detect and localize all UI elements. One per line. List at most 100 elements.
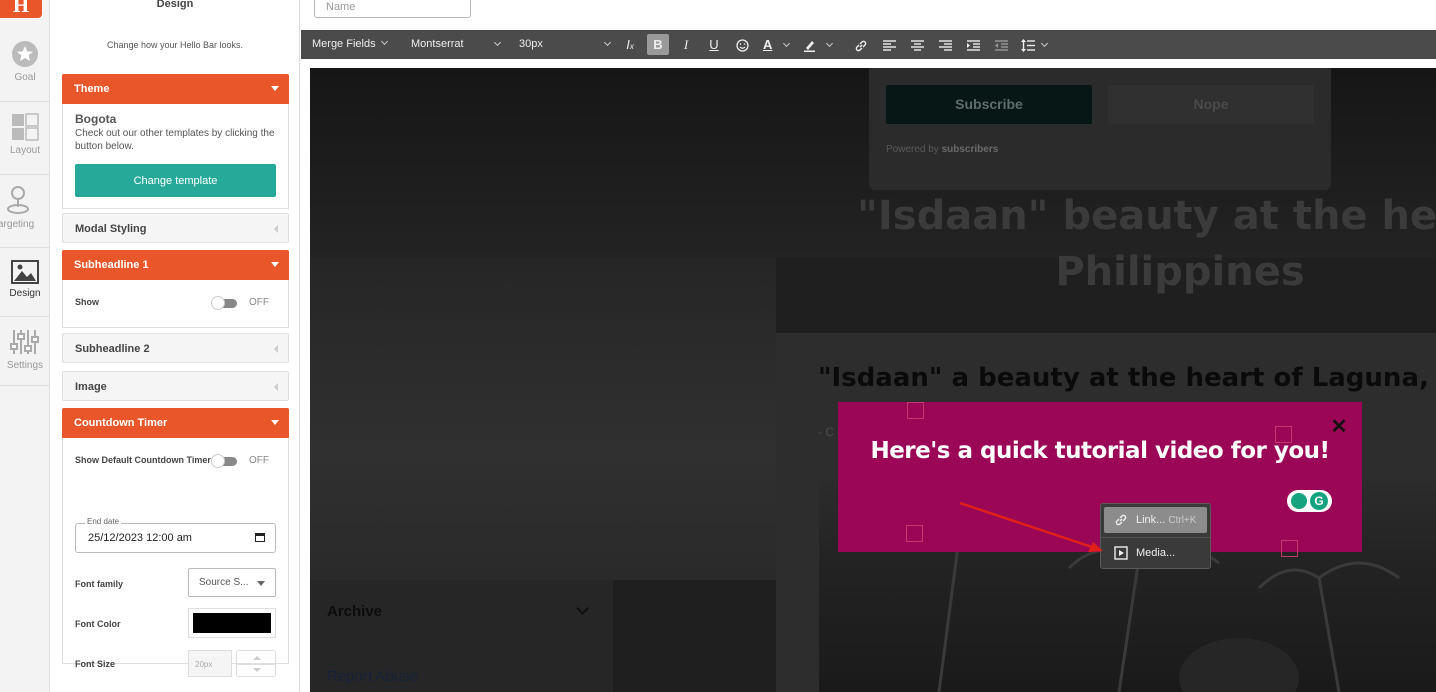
align-right-icon [938,40,952,51]
app-logo[interactable]: H [0,0,42,18]
italic-icon: I [683,37,689,52]
size-label: 30px [519,38,543,50]
name-input[interactable]: Name [314,0,471,18]
font-size-input[interactable]: 20px [188,650,232,677]
merge-fields-dropdown[interactable]: Merge Fields [312,30,388,59]
emoji-button[interactable] [731,34,753,55]
countdown-toggle[interactable] [211,454,239,468]
subheadline1-header[interactable]: Subheadline 1 [62,250,289,280]
align-left-button[interactable] [878,34,900,55]
stepper-down-icon[interactable] [253,668,261,672]
caret-down-icon [271,86,279,91]
sliders-icon [10,330,39,354]
font-family-select[interactable]: Source S... [188,568,276,597]
modal-styling-section: Modal Styling [62,213,289,243]
font-size-stepper[interactable] [236,650,276,677]
menu-item-media[interactable]: Media... [1104,540,1207,566]
rail-divider [0,247,50,248]
subheadline2-header[interactable]: Subheadline 2 [62,333,289,363]
align-center-button[interactable] [906,34,928,55]
star-icon [12,41,38,67]
font-family-value: Source S... [199,577,249,588]
link-icon [855,40,867,51]
italic-button[interactable]: I [675,34,697,55]
end-date-input[interactable]: 25/12/2023 12:00 am [75,523,276,553]
checkbox-icon [1281,540,1298,557]
rail-divider [0,101,50,102]
outdent-icon [994,40,1008,51]
article-title[interactable]: "Isdaan" a beauty at the heart of Laguna… [818,363,1436,393]
emoji-icon [735,39,749,52]
highlight-color-button[interactable] [799,34,835,55]
change-template-button[interactable]: Change template [75,164,276,197]
caret-left-icon [274,225,278,233]
stepper-up-icon[interactable] [253,656,261,660]
nope-button[interactable]: Nope [1108,85,1314,124]
powered-by-text: Powered by subscribers [886,144,998,155]
image-header[interactable]: Image [62,371,289,401]
image-label: Image [75,381,107,393]
left-rail: H Goal Layout argeting Design Settings [0,0,50,692]
rail-item-goal[interactable]: Goal [0,40,50,83]
rail-label-design: Design [9,288,41,299]
image-icon [11,260,39,284]
caret-left-icon [274,345,278,353]
media-icon [1114,546,1128,560]
rail-item-targeting[interactable]: argeting [0,185,50,230]
theme-section: Theme Bogota Check out our other templat… [62,74,289,209]
caret-left-icon [274,383,278,391]
clear-format-icon: Ix [626,37,634,52]
grammarly-icon[interactable]: G [1287,490,1332,512]
align-right-button[interactable] [934,34,956,55]
countdown-header[interactable]: Countdown Timer [62,408,289,438]
show-label: Show [75,297,99,307]
menu-item-media-label: Media... [1136,547,1176,559]
design-panel: Design Change how your Hello Bar looks. … [50,0,300,692]
theme-section-body: Bogota Check out our other templates by … [62,104,289,209]
font-dropdown[interactable]: Montserrat [411,30,506,59]
align-center-icon [910,40,924,51]
theme-header-label: Theme [74,83,110,95]
text-color-button[interactable]: A [759,34,793,55]
powered-by-label: Powered by [886,144,939,155]
show-toggle[interactable] [211,296,239,310]
caret-down-icon [271,262,279,267]
subheadline1-section: Subheadline 1 Show OFF [62,250,289,328]
rail-divider [0,385,50,386]
clear-format-button[interactable]: Ix [619,34,641,55]
hero-headline: "Isdaan" beauty at the heart Philippines [857,193,1436,295]
rail-label-goal: Goal [14,72,36,83]
modal-styling-header[interactable]: Modal Styling [62,213,289,243]
panel-description: Change how your Hello Bar looks. [106,40,244,50]
archive-heading[interactable]: Archive [327,603,382,620]
bold-button[interactable]: B [647,34,669,55]
outdent-button[interactable] [990,34,1012,55]
countdown-label: Countdown Timer [74,417,168,429]
menu-item-link-shortcut: Ctrl+K [1168,515,1197,526]
subheadline2-label: Subheadline 2 [75,343,150,355]
checkbox-icon [907,402,924,419]
highlighter-icon [804,41,815,53]
underline-button[interactable]: U [703,34,725,55]
link-button[interactable] [850,34,872,55]
theme-description: Check out our other templates by clickin… [75,128,275,152]
subscribe-button[interactable]: Subscribe [886,85,1092,124]
font-color-swatch[interactable] [188,608,276,638]
menu-item-link[interactable]: Link... Ctrl+K [1104,507,1207,533]
end-date-value: 25/12/2023 12:00 am [88,532,192,544]
theme-section-header[interactable]: Theme [62,74,289,104]
report-abuse-link[interactable]: Report Abuse [327,668,418,685]
indent-button[interactable] [962,34,984,55]
rail-item-layout[interactable]: Layout [0,113,50,156]
article-meta: - C [818,425,834,439]
subheadline1-label: Subheadline 1 [74,259,149,271]
size-dropdown[interactable]: 30px [519,30,614,59]
powered-by-brand[interactable]: subscribers [942,144,999,155]
calendar-icon[interactable] [255,533,265,542]
rail-item-settings[interactable]: Settings [0,328,50,371]
bold-icon: B [653,37,663,52]
line-height-button[interactable] [1018,34,1052,55]
close-icon[interactable]: ✕ [1329,417,1349,437]
subheadline2-section: Subheadline 2 [62,333,289,363]
rail-item-design[interactable]: Design [0,260,50,299]
